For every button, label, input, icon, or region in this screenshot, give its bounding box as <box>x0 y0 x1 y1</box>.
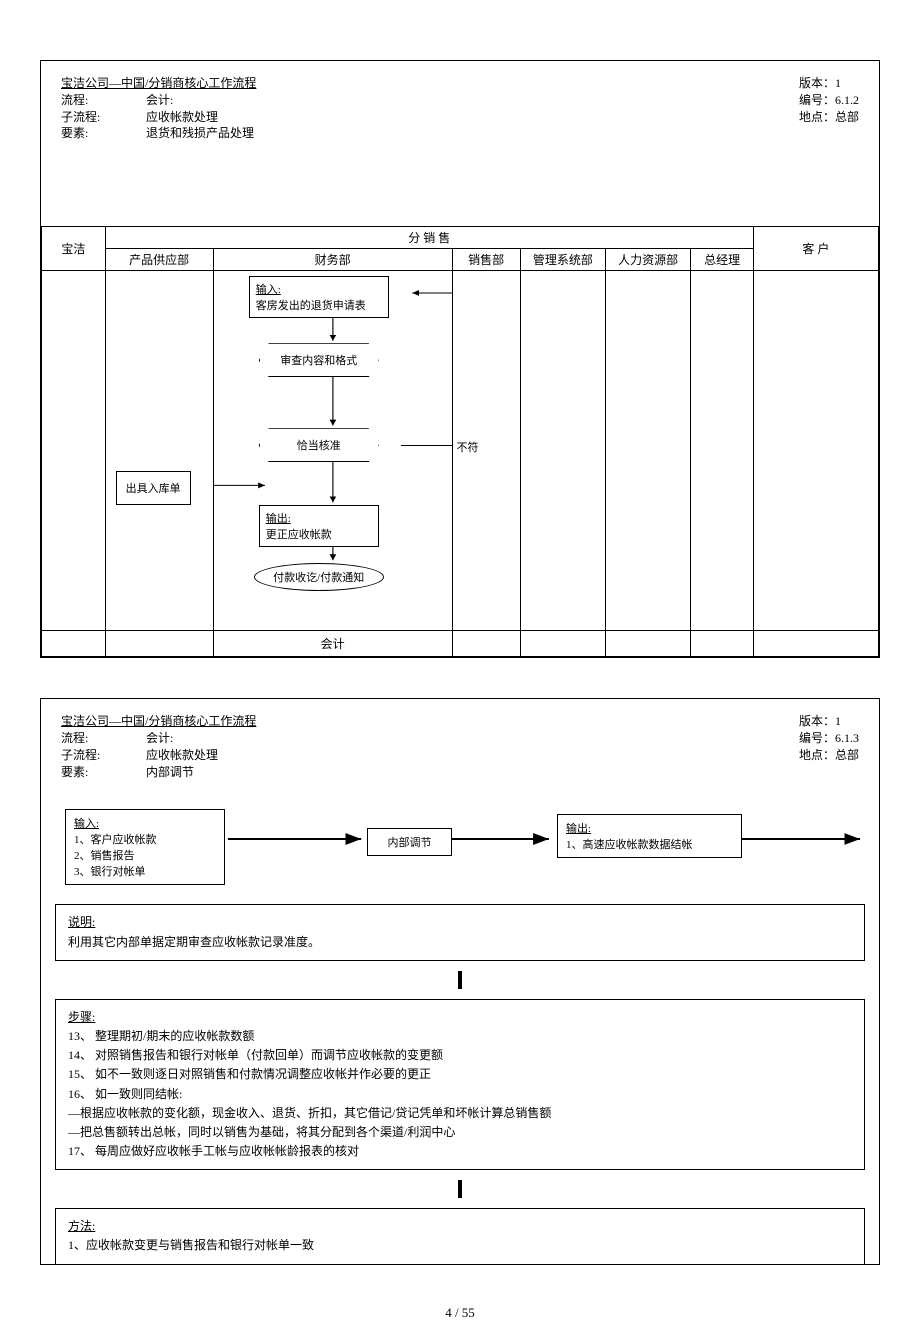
hdr-label: 流程: <box>61 730 146 747</box>
mini-process-box: 内部调节 <box>367 828 452 856</box>
step-line: 13、 整理期初/期末的应收帐款数额 <box>68 1027 852 1046</box>
hdr-value: 应收帐款处理 <box>146 109 799 126</box>
lane-supply: 产品供应部 <box>105 249 213 271</box>
method-title: 方法: <box>68 1217 852 1236</box>
connector <box>41 971 879 989</box>
mini-input-line: 2、销售报告 <box>74 850 135 862</box>
footer-cell: 会计 <box>213 631 452 657</box>
node-approve: 恰当核准 <box>259 428 379 462</box>
node-output-text: 更正应收帐款 <box>266 529 332 541</box>
mini-output-title: 输出: <box>566 823 591 835</box>
hdr-label: 流程: <box>61 92 146 109</box>
steps-title: 步骤: <box>68 1008 852 1027</box>
mini-input-title: 输入: <box>74 818 99 830</box>
mini-output-box: 输出: 1、高速应收帐款数据结帐 <box>557 814 742 858</box>
desc-text: 利用其它内部单据定期审查应收帐款记录准度。 <box>68 933 852 952</box>
lane-sales: 销售部 <box>452 249 520 271</box>
lane-mgmtsys: 管理系统部 <box>520 249 605 271</box>
page-number: 4 / 55 <box>40 1305 880 1321</box>
step-line: 14、 对照销售报告和银行对帐单（付款回单）而调节应收帐款的变更额 <box>68 1046 852 1065</box>
method-block: 方法: 1、应收帐款变更与销售报告和银行对帐单一致 <box>55 1208 865 1263</box>
meta-line: 版本：1 <box>799 713 859 730</box>
hdr-label: 要素: <box>61 125 146 142</box>
desc-title: 说明: <box>68 913 852 932</box>
header-block-1: 宝洁公司—中国/分销商核心工作流程 流程:会计: 子流程:应收帐款处理 要素:退… <box>41 61 879 156</box>
lane-hr: 人力资源部 <box>606 249 691 271</box>
node-input-title: 输入: <box>256 284 281 296</box>
mini-flow: 输入: 1、客户应收帐款 2、销售报告 3、银行对帐单 内部调节 输出: 1、高… <box>55 804 865 894</box>
doc-title: 宝洁公司—中国/分销商核心工作流程 <box>61 713 799 730</box>
meta-line: 编号：6.1.3 <box>799 730 859 747</box>
node-review: 审查内容和格式 <box>259 343 379 377</box>
step-line: 17、 每周应做好应收帐手工帐与应收帐帐龄报表的核对 <box>68 1142 852 1161</box>
meta-line: 地点：总部 <box>799 109 859 126</box>
header-block-2: 宝洁公司—中国/分销商核心工作流程 流程:会计: 子流程:应收帐款处理 要素:内… <box>41 699 879 794</box>
node-stockin: 出具入库单 <box>116 471 191 505</box>
lane-baojie: 宝洁 <box>42 227 106 271</box>
hdr-value: 内部调节 <box>146 764 799 781</box>
hdr-value: 会计: <box>146 92 799 109</box>
meta-line: 地点：总部 <box>799 747 859 764</box>
lane-body-sales: 不符 <box>452 271 520 631</box>
hdr-value: 应收帐款处理 <box>146 747 799 764</box>
doc-title: 宝洁公司—中国/分销商核心工作流程 <box>61 75 799 92</box>
lane-body-supply: 出具入库单 <box>105 271 213 631</box>
lane-customer: 客 户 <box>753 227 878 271</box>
node-payment-oval: 付款收讫/付款通知 <box>254 563 384 591</box>
connector <box>41 1180 879 1198</box>
hdr-value: 会计: <box>146 730 799 747</box>
steps-block: 步骤: 13、 整理期初/期末的应收帐款数额 14、 对照销售报告和银行对帐单（… <box>55 999 865 1171</box>
hdr-label: 子流程: <box>61 109 146 126</box>
step-line: —把总售额转出总帐，同时以销售为基础，将其分配到各个渠道/利润中心 <box>68 1123 852 1142</box>
hdr-label: 子流程: <box>61 747 146 764</box>
hdr-label: 要素: <box>61 764 146 781</box>
lane-body-finance: 输入: 客房发出的退货申请表 审查内容和格式 恰当核准 输出: 更正应收帐款 付… <box>213 271 452 631</box>
lane-gm: 总经理 <box>691 249 754 271</box>
node-input: 输入: 客房发出的退货申请表 <box>249 276 389 318</box>
step-line: 15、 如不一致则逐日对照销售和付款情况调整应收帐并作必要的更正 <box>68 1065 852 1084</box>
meta-line: 版本：1 <box>799 75 859 92</box>
meta-line: 编号：6.1.2 <box>799 92 859 109</box>
swimlane-table: 宝洁 分 销 售 客 户 产品供应部 财务部 销售部 管理系统部 人力资源部 总… <box>41 226 879 657</box>
step-line: —根据应收帐款的变化额，现金收入、退货、折扣，其它借记/贷记凭单和坏帐计算总销售… <box>68 1104 852 1123</box>
hdr-value: 退货和残损产品处理 <box>146 125 799 142</box>
mini-input-box: 输入: 1、客户应收帐款 2、销售报告 3、银行对帐单 <box>65 809 225 885</box>
mini-input-line: 3、银行对帐单 <box>74 866 146 878</box>
step-line: 16、 如一致则同结帐: <box>68 1085 852 1104</box>
method-line: 1、应收帐款变更与销售报告和银行对帐单一致 <box>68 1236 852 1255</box>
mini-input-line: 1、客户应收帐款 <box>74 834 157 846</box>
label-reject: 不符 <box>457 439 479 455</box>
lane-finance: 财务部 <box>213 249 452 271</box>
mini-output-line: 1、高速应收帐款数据结帐 <box>566 839 693 851</box>
document-section-1: 宝洁公司—中国/分销商核心工作流程 流程:会计: 子流程:应收帐款处理 要素:退… <box>40 60 880 658</box>
node-output: 输出: 更正应收帐款 <box>259 505 379 547</box>
lane-distributor-group: 分 销 售 <box>105 227 753 249</box>
description-block: 说明: 利用其它内部单据定期审查应收帐款记录准度。 <box>55 904 865 960</box>
node-input-text: 客房发出的退货申请表 <box>256 300 366 312</box>
document-section-2: 宝洁公司—中国/分销商核心工作流程 流程:会计: 子流程:应收帐款处理 要素:内… <box>40 698 880 1264</box>
node-output-title: 输出: <box>266 513 291 525</box>
